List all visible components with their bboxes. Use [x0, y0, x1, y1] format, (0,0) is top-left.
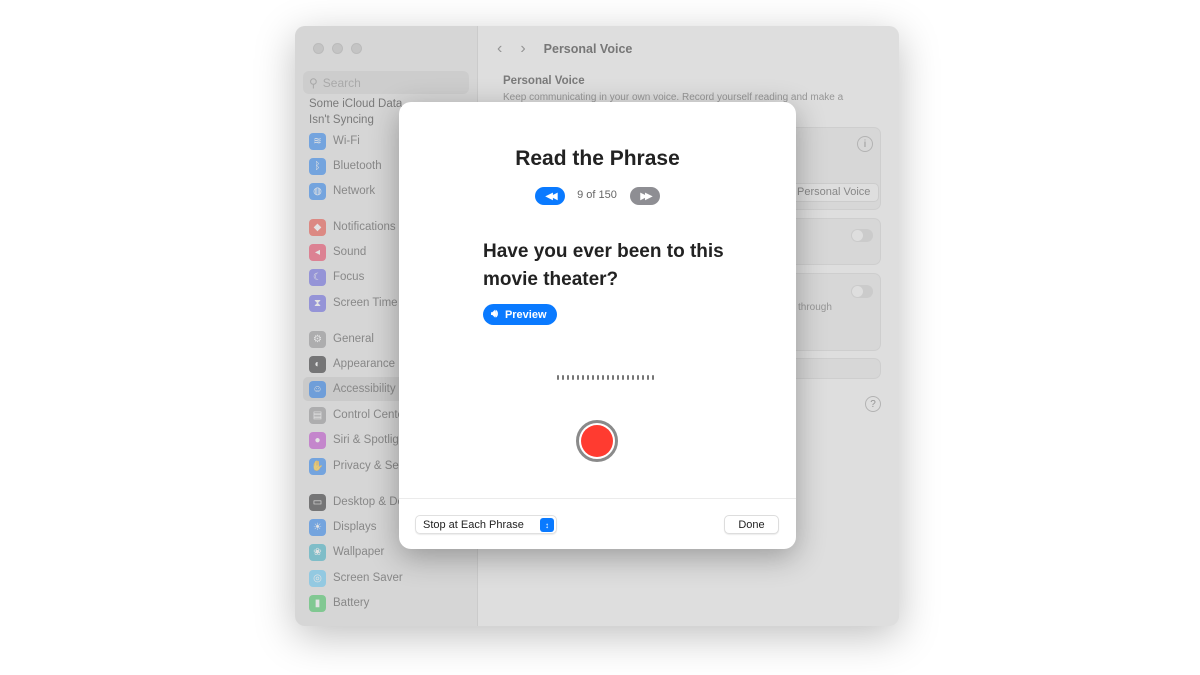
level-bar	[567, 375, 569, 380]
level-bar	[652, 375, 654, 380]
audio-level-meter	[557, 375, 654, 380]
level-bar	[582, 375, 584, 380]
level-bar	[647, 375, 649, 380]
level-bar	[562, 375, 564, 380]
select-value: Stop at Each Phrase	[423, 518, 524, 531]
level-bar	[627, 375, 629, 380]
level-bar	[617, 375, 619, 380]
fast-forward-icon: ▶▶	[640, 190, 653, 202]
chevron-up-down-icon: ↕	[540, 518, 554, 532]
read-phrase-dialog: Read the Phrase ◀◀ 9 of 150 ▶▶ Have you …	[399, 102, 796, 549]
level-bar	[587, 375, 589, 380]
level-bar	[642, 375, 644, 380]
rewind-icon: ◀◀	[545, 190, 558, 202]
level-bar	[557, 375, 559, 380]
level-bar	[577, 375, 579, 380]
level-bar	[602, 375, 604, 380]
level-bar	[622, 375, 624, 380]
done-button[interactable]: Done	[724, 515, 779, 534]
preview-label: Preview	[504, 308, 547, 321]
next-phrase-button[interactable]: ▶▶	[630, 187, 660, 205]
phrase-text: Have you ever been to this movie theater…	[483, 241, 724, 290]
level-bar	[572, 375, 574, 380]
level-bar	[607, 375, 609, 380]
phrase-counter: 9 of 150	[577, 189, 617, 201]
level-bar	[632, 375, 634, 380]
record-button[interactable]	[576, 420, 618, 462]
speaker-icon: 🔊︎	[491, 308, 498, 320]
level-bar	[592, 375, 594, 380]
preview-button[interactable]: 🔊︎ Preview	[483, 304, 557, 325]
level-bar	[597, 375, 599, 380]
record-icon	[581, 425, 613, 457]
previous-phrase-button[interactable]: ◀◀	[535, 187, 565, 205]
level-bar	[612, 375, 614, 380]
recording-mode-select[interactable]: Stop at Each Phrase ↕	[415, 515, 557, 534]
dialog-title: Read the Phrase	[515, 147, 680, 170]
dialog-footer-divider	[399, 498, 796, 499]
level-bar	[637, 375, 639, 380]
